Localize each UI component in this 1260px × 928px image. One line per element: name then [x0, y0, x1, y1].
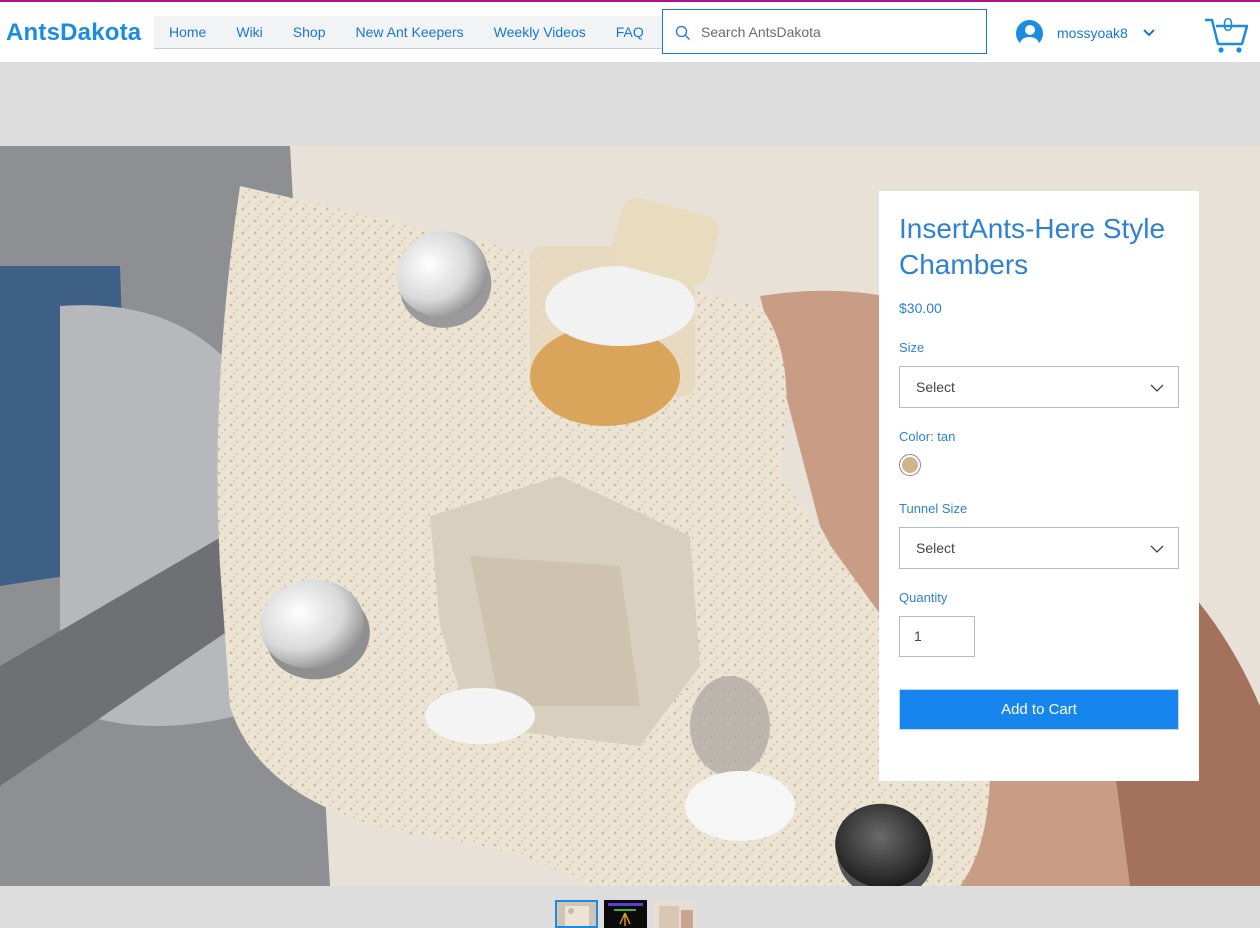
chevron-down-icon[interactable]	[1142, 26, 1156, 40]
avatar-head	[1024, 24, 1035, 35]
tunnel-size-selected-value: Select	[916, 540, 955, 556]
username[interactable]: mossyoak8	[1057, 25, 1128, 41]
thumbnail-1[interactable]	[555, 900, 598, 928]
thumbnail-2-image	[604, 900, 647, 928]
product-price: $30.00	[899, 300, 942, 316]
main-nav: Home Wiki Shop New Ant Keepers Weekly Vi…	[154, 16, 662, 49]
size-dropdown[interactable]: Select	[899, 366, 1179, 408]
site-header: AntsDakota Home Wiki Shop New Ant Keeper…	[0, 2, 1260, 62]
nav-item-faq[interactable]: FAQ	[601, 24, 659, 40]
quantity-input[interactable]	[914, 628, 964, 644]
nav-item-weekly-videos[interactable]: Weekly Videos	[479, 24, 601, 40]
thumbnail-1-image	[557, 902, 596, 926]
tunnel-size-label: Tunnel Size	[899, 501, 968, 516]
user-avatar-icon[interactable]	[1016, 19, 1043, 47]
gallery-thumbnails	[0, 886, 1260, 928]
user-menu[interactable]: mossyoak8	[1016, 18, 1156, 48]
color-swatch-tan[interactable]	[899, 454, 921, 476]
size-label: Size	[899, 340, 925, 355]
product-options-panel: InsertAnts-Here Style Chambers $30.00 Si…	[879, 191, 1199, 781]
quantity-field[interactable]	[899, 616, 975, 657]
site-logo[interactable]: AntsDakota	[6, 19, 141, 47]
color-swatch-fill	[902, 457, 918, 473]
product-title: InsertAnts-Here Style Chambers	[899, 213, 1166, 280]
search-icon[interactable]	[675, 25, 691, 41]
product-image[interactable]: InsertAnts-Here Style Chambers $30.00 Si…	[0, 146, 1260, 886]
search-box[interactable]	[662, 9, 987, 54]
add-to-cart-button[interactable]: Add to Cart	[899, 689, 1179, 730]
tunnel-size-dropdown[interactable]: Select	[899, 527, 1179, 569]
nav-item-wiki[interactable]: Wiki	[221, 24, 277, 40]
search-input[interactable]	[701, 20, 971, 44]
nav-item-shop[interactable]: Shop	[278, 24, 341, 40]
header-spacer-band	[0, 62, 1260, 146]
thumbnail-3-image	[653, 900, 696, 928]
cart-count[interactable]: 0	[1223, 15, 1233, 36]
chevron-down-icon	[1150, 545, 1164, 553]
nav-item-new-ant-keepers[interactable]: New Ant Keepers	[341, 24, 479, 40]
thumbnail-2[interactable]	[604, 900, 647, 928]
color-label: Color: tan	[899, 429, 956, 444]
quantity-label: Quantity	[899, 590, 948, 605]
thumbnail-3[interactable]	[653, 900, 696, 928]
chevron-down-icon	[1150, 384, 1164, 392]
size-selected-value: Select	[916, 379, 955, 395]
avatar-body	[1020, 36, 1039, 47]
nav-item-home[interactable]: Home	[154, 24, 221, 40]
